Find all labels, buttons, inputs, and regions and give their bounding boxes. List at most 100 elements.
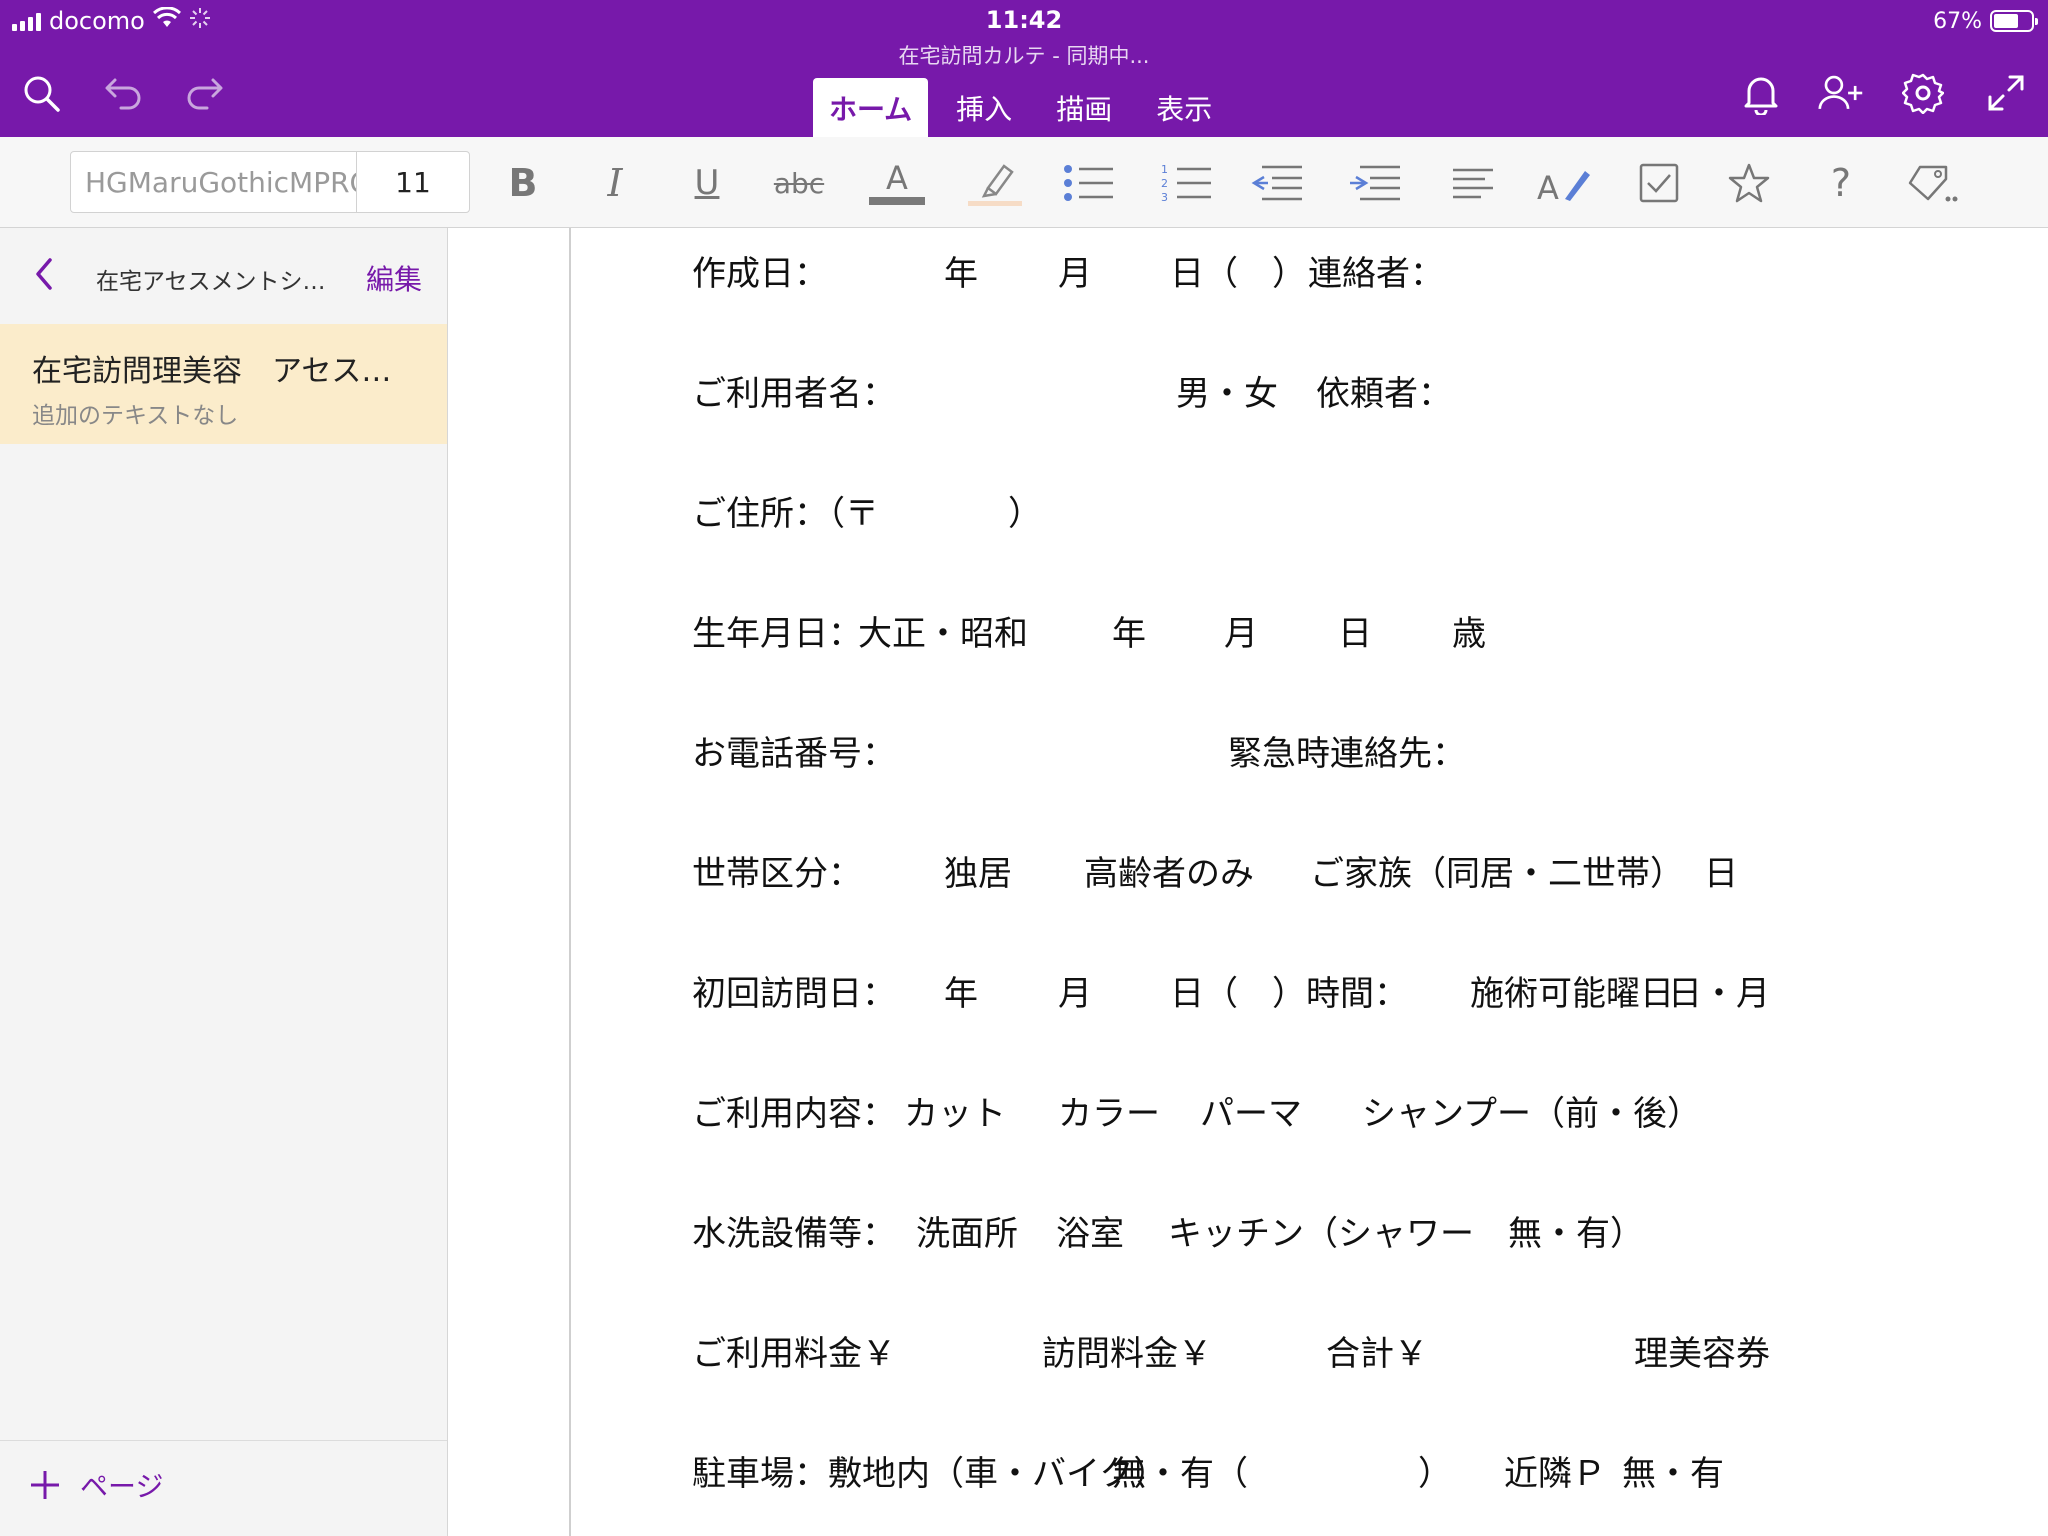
font-color-swatch [869, 197, 925, 205]
form-label: 依頼者： [1316, 374, 1452, 414]
form-label: 緊急時連絡先： [1228, 734, 1466, 774]
font-picker: HGMaruGothicMPRO 11 [70, 151, 470, 213]
page-gutter [448, 228, 571, 1536]
form-text: 無・有（ [1112, 1454, 1248, 1494]
bell-icon[interactable] [1738, 70, 1784, 116]
svg-text:3: 3 [1161, 191, 1168, 204]
form-text: ） [1008, 494, 1042, 534]
numbered-list-icon[interactable]: 123 [1158, 155, 1216, 211]
form-label: 駐車場：敷地内（車・バイク） [692, 1454, 1168, 1494]
styles-brush-icon[interactable]: A [1536, 155, 1594, 211]
page-list-sidebar: 在宅アセスメントシ… 編集 在宅訪問理美容 アセス… 追加のテキストなし ページ [0, 228, 448, 1536]
status-time: 11:42 [985, 6, 1063, 34]
font-color-button[interactable]: A [868, 155, 926, 211]
form-text: 無・有 [1622, 1454, 1724, 1494]
form-label: 水洗設備等： [692, 1214, 896, 1254]
form-label: 連絡者： [1308, 254, 1444, 294]
tag-more-icon[interactable] [1904, 155, 1962, 211]
form-text: ご家族（同居・二世帯） [1310, 854, 1684, 894]
form-text: 高齢者のみ [1084, 854, 1254, 894]
form-text: 男・女 [1176, 374, 1278, 414]
page-list-item[interactable]: 在宅訪問理美容 アセス… 追加のテキストなし [0, 324, 447, 444]
align-left-icon[interactable] [1444, 155, 1502, 211]
form-text: 洗面所 [916, 1214, 1018, 1254]
bold-button[interactable]: B [494, 155, 552, 211]
form-label: 初回訪問日： [692, 974, 896, 1014]
underline-button[interactable]: U [678, 155, 736, 211]
form-label: ご利用内容： [692, 1094, 896, 1134]
font-size-field[interactable]: 11 [357, 152, 469, 212]
app-header: docomo 11:42 67% 在宅訪問カルテ - 同期中... ホーム 挿入… [0, 0, 2048, 137]
form-label: 施術可能曜日 [1470, 974, 1674, 1014]
form-label: 生年月日： [692, 614, 862, 654]
edit-button[interactable]: 編集 [366, 258, 422, 298]
form-text: 日・月 [1668, 974, 1770, 1014]
form-text: 月 [1224, 614, 1258, 654]
battery-icon [1990, 10, 2038, 32]
undo-icon[interactable] [100, 70, 146, 116]
increase-indent-icon[interactable] [1346, 155, 1404, 211]
form-label: 作成日： [692, 254, 828, 294]
question-tag-icon[interactable]: ? [1812, 155, 1870, 211]
back-chevron-icon[interactable] [30, 254, 60, 294]
form-text: シャンプー（前・後） [1362, 1094, 1701, 1134]
svg-text:A: A [1537, 169, 1559, 205]
form-text: キッチン（シャワー 無・有） [1168, 1214, 1644, 1254]
form-label: 理美容券 [1634, 1334, 1770, 1374]
note-canvas[interactable]: 作成日： 年 月 日（ ） 連絡者： ご利用者名： 男・女 依頼者： ご住所：（… [572, 228, 2048, 1536]
search-icon[interactable] [18, 70, 64, 116]
formatting-toolbar: HGMaruGothicMPRO 11 B I U abc A 123 A ? [0, 137, 2048, 228]
tab-insert[interactable]: 挿入 [940, 78, 1028, 137]
add-page-label: ページ [80, 1470, 164, 1503]
form-text: 浴室 [1056, 1214, 1124, 1254]
bullet-list-icon[interactable] [1060, 155, 1118, 211]
form-label: ご利用者名： [692, 374, 896, 414]
form-text: ） [1418, 1454, 1452, 1494]
form-text: 年 [944, 974, 978, 1014]
form-text: 月 [1058, 974, 1092, 1014]
form-text: 日（ ） [1170, 254, 1306, 294]
font-name-field[interactable]: HGMaruGothicMPRO [71, 152, 357, 212]
form-text: カラー [1058, 1094, 1160, 1134]
form-text: 近隣Ｐ [1504, 1454, 1606, 1494]
form-text: 日（ ）時間： [1170, 974, 1408, 1014]
form-text: 独居 [944, 854, 1012, 894]
tab-view[interactable]: 表示 [1140, 78, 1228, 137]
font-color-letter: A [886, 159, 908, 197]
form-label: 世帯区分： [692, 854, 862, 894]
form-label: 訪問料金￥ [1042, 1334, 1212, 1374]
decrease-indent-icon[interactable] [1248, 155, 1306, 211]
page-subtitle: 追加のテキストなし [32, 403, 239, 429]
form-text: 年 [944, 254, 978, 294]
form-text: パーマ [1200, 1094, 1302, 1134]
form-text: 歳 [1452, 614, 1486, 654]
form-label: お電話番号： [692, 734, 896, 774]
form-text: 年 [1112, 614, 1146, 654]
tab-draw[interactable]: 描画 [1040, 78, 1128, 137]
section-header: 在宅アセスメントシ… 編集 [0, 228, 448, 324]
document-title: 在宅訪問カルテ - 同期中... [898, 44, 1150, 68]
fullscreen-expand-icon[interactable] [1983, 70, 2029, 116]
form-label: ご住所：（〒 [692, 494, 879, 534]
form-text: カット [904, 1094, 1006, 1134]
add-page-button[interactable]: ページ [28, 1465, 163, 1505]
ribbon-tabs: ホーム 挿入 描画 表示 [813, 78, 1240, 137]
highlighter-icon[interactable] [966, 155, 1024, 211]
section-name: 在宅アセスメントシ… [96, 269, 326, 295]
star-tag-icon[interactable] [1720, 155, 1778, 211]
form-label: ご利用料金￥ [692, 1334, 896, 1374]
form-text: 日 [1338, 614, 1372, 654]
share-add-person-icon[interactable] [1818, 70, 1864, 116]
form-text: 月 [1058, 254, 1092, 294]
tab-home[interactable]: ホーム [813, 78, 929, 137]
todo-checkbox-icon[interactable] [1630, 155, 1688, 211]
strikethrough-button[interactable]: abc [770, 155, 828, 211]
redo-icon[interactable] [182, 70, 228, 116]
form-text: 日 [1704, 854, 1738, 894]
form-label: 合計￥ [1326, 1334, 1428, 1374]
form-text: 大正・昭和 [858, 614, 1028, 654]
italic-button[interactable]: I [586, 155, 644, 211]
sidebar-footer: ページ [0, 1440, 447, 1536]
settings-gear-icon[interactable] [1900, 70, 1946, 116]
svg-text:2: 2 [1161, 177, 1168, 190]
